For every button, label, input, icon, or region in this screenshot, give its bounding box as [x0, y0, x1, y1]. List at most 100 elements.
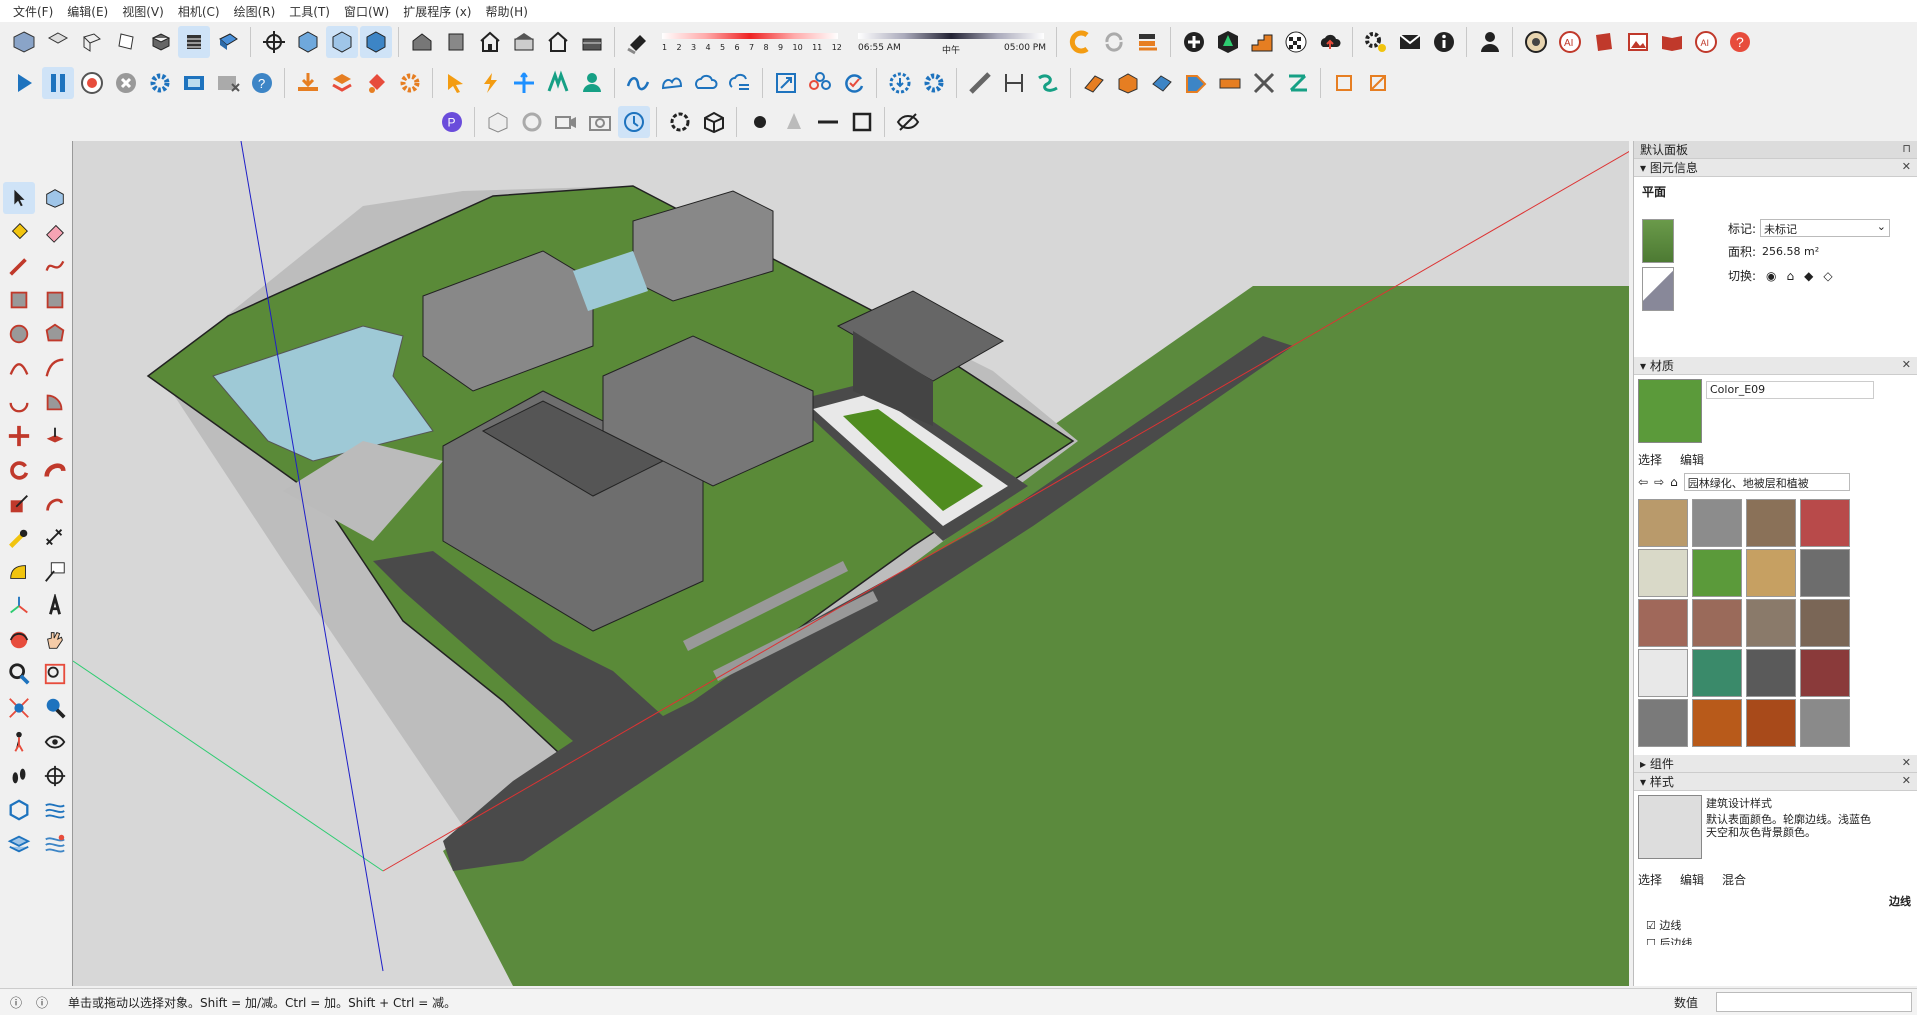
material-swatch[interactable]	[1638, 549, 1688, 597]
receive-shadow-icon[interactable]: ◆	[1804, 269, 1813, 283]
ext-3-button[interactable]	[1588, 26, 1620, 58]
material-swatch[interactable]	[1800, 499, 1850, 547]
material-swatch[interactable]	[1746, 549, 1796, 597]
material-name-field[interactable]: Color_E09	[1706, 381, 1874, 399]
axes-tool[interactable]	[3, 590, 35, 622]
orbit-button[interactable]	[618, 106, 650, 138]
frame-2-button[interactable]	[1362, 67, 1394, 99]
front-view-button[interactable]	[76, 26, 108, 58]
pie-tool[interactable]	[39, 386, 71, 418]
text-tool[interactable]	[39, 556, 71, 588]
user-button[interactable]	[1474, 26, 1506, 58]
tab-edit[interactable]: 编辑	[1680, 453, 1704, 467]
pause-button[interactable]	[42, 67, 74, 99]
pan-tool[interactable]	[39, 624, 71, 656]
select-arrow-button[interactable]	[440, 67, 472, 99]
cone-button[interactable]	[778, 106, 810, 138]
zoom-extents-tool[interactable]	[3, 692, 35, 724]
beam-5-button[interactable]	[1214, 67, 1246, 99]
rotated-rect-tool[interactable]	[39, 284, 71, 316]
xray-button[interactable]	[292, 26, 324, 58]
info-button[interactable]	[1428, 26, 1460, 58]
anim-settings-button[interactable]	[144, 67, 176, 99]
curve-1-button[interactable]	[622, 67, 654, 99]
line-tool[interactable]	[3, 250, 35, 282]
curve-2-button[interactable]	[656, 67, 688, 99]
dimension-button[interactable]	[998, 67, 1030, 99]
zoom-tool[interactable]	[3, 658, 35, 690]
material-swatch[interactable]	[1800, 699, 1850, 747]
menu-edit[interactable]: 编辑(E)	[60, 3, 115, 20]
add-button[interactable]	[1178, 26, 1210, 58]
snake-button[interactable]	[1282, 67, 1314, 99]
followme-tool[interactable]	[39, 454, 71, 486]
cloud-upload-button[interactable]	[1314, 26, 1346, 58]
ring-button[interactable]	[516, 106, 548, 138]
stop-button[interactable]	[110, 67, 142, 99]
ext-4-button[interactable]	[1622, 26, 1654, 58]
beam-3-button[interactable]	[1146, 67, 1178, 99]
arc-tool[interactable]	[3, 352, 35, 384]
measurements-input[interactable]	[1716, 992, 1912, 1012]
material-swatch[interactable]	[1746, 699, 1796, 747]
tape-tool[interactable]	[3, 522, 35, 554]
play-button[interactable]	[8, 67, 40, 99]
house-4-button[interactable]	[508, 26, 540, 58]
info-icon[interactable]: ⓘ	[36, 994, 48, 1011]
square-button[interactable]	[846, 106, 878, 138]
resize-button[interactable]	[770, 67, 802, 99]
house-6-button[interactable]	[576, 26, 608, 58]
position-camera-tool[interactable]	[3, 726, 35, 758]
line-button[interactable]	[812, 106, 844, 138]
gear-blue-button[interactable]	[918, 67, 950, 99]
top-view-button[interactable]	[42, 26, 74, 58]
offset-tool[interactable]	[39, 488, 71, 520]
material-swatch[interactable]	[1692, 499, 1742, 547]
rectangle-tool[interactable]	[3, 284, 35, 316]
section-tool[interactable]	[39, 760, 71, 792]
material-swatch[interactable]	[1692, 549, 1742, 597]
export-button[interactable]	[1132, 26, 1164, 58]
tab-select[interactable]: 选择	[1638, 453, 1662, 467]
settings-button[interactable]	[1360, 26, 1392, 58]
tree-button[interactable]	[1212, 26, 1244, 58]
pushpull-tool[interactable]	[39, 420, 71, 452]
paint-tool[interactable]	[3, 216, 35, 248]
library-select[interactable]: 园林绿化、地被层和植被	[1683, 473, 1850, 491]
house-1-button[interactable]	[406, 26, 438, 58]
back-edges-button[interactable]	[326, 26, 358, 58]
entity-info-header[interactable]: ▾ 图元信息 ✕	[1634, 159, 1917, 177]
shadow-time-slider[interactable]: 06:55 AM 中午 05:00 PM	[854, 26, 1050, 58]
drop-button[interactable]	[292, 67, 324, 99]
components-header[interactable]: ▸ 组件 ✕	[1634, 755, 1917, 773]
move-button[interactable]	[474, 67, 506, 99]
download-gear-button[interactable]	[884, 67, 916, 99]
ext-1-button[interactable]	[1520, 26, 1552, 58]
iso-view-button[interactable]	[8, 26, 40, 58]
position-camera-button[interactable]	[258, 26, 290, 58]
help-button[interactable]: ?	[1724, 26, 1756, 58]
menu-file[interactable]: 文件(F)	[6, 3, 60, 20]
plugin-e-button[interactable]	[1064, 26, 1096, 58]
component-box-button[interactable]	[482, 106, 514, 138]
dot-button[interactable]	[744, 106, 776, 138]
menu-window[interactable]: 窗口(W)	[337, 3, 396, 20]
menu-camera[interactable]: 相机(C)	[171, 3, 227, 20]
material-swatch[interactable]	[1638, 599, 1688, 647]
beam-1-button[interactable]	[1078, 67, 1110, 99]
move-tool[interactable]	[3, 420, 35, 452]
wireframe-button[interactable]	[360, 26, 392, 58]
close-icon[interactable]: ✕	[1902, 358, 1911, 371]
record-button[interactable]	[76, 67, 108, 99]
hide-button[interactable]	[892, 106, 924, 138]
anim-help-button[interactable]: ?	[246, 67, 278, 99]
video-button[interactable]	[550, 106, 582, 138]
lock-toggle-icon[interactable]: ⌂	[1786, 269, 1794, 283]
eraser-tool[interactable]	[39, 216, 71, 248]
protractor-tool[interactable]	[3, 556, 35, 588]
back-view-button[interactable]	[144, 26, 176, 58]
close-icon[interactable]: ✕	[1902, 774, 1911, 787]
3dtext-tool[interactable]	[39, 590, 71, 622]
material-swatch[interactable]	[1638, 499, 1688, 547]
gear-orange-button[interactable]	[394, 67, 426, 99]
